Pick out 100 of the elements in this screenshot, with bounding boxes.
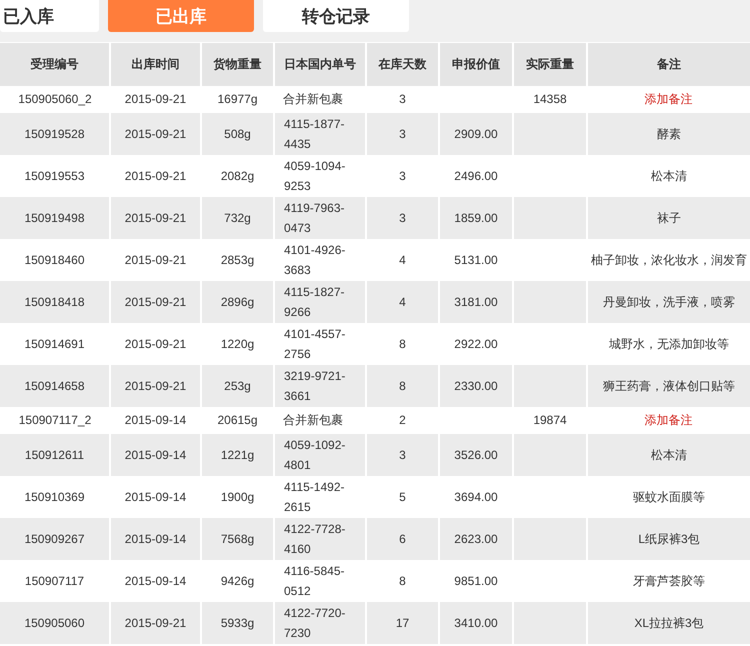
table-cell: 150914691 — [24, 337, 85, 351]
table-cell: 2896g — [220, 295, 254, 309]
table-cell: 松本清 — [651, 169, 687, 183]
table-cell: 4101-4557-2756 — [284, 327, 346, 361]
column-header: 备注 — [657, 57, 681, 71]
table-cell: 8 — [399, 337, 406, 351]
column-header: 实际重量 — [526, 57, 574, 71]
table-cell: 2330.00 — [454, 379, 498, 393]
table-cell: 19874 — [533, 413, 567, 427]
table-cell: 袜子 — [657, 211, 681, 225]
table-cell: 4059-1094-9253 — [284, 159, 346, 193]
table-cell: 2853g — [220, 253, 254, 267]
table-cell: 柚子卸妆，浓化妆水，润发育 — [591, 253, 747, 267]
table-cell: 驱蚊水面膜等 — [633, 490, 705, 504]
table-cell: 150912611 — [24, 448, 84, 462]
table-cell: 150919498 — [24, 211, 85, 225]
table-cell: 6 — [399, 532, 406, 546]
table-cell: 1221g — [220, 448, 254, 462]
table-cell: 城野水，无添加卸妆等 — [609, 337, 729, 351]
table-cell: 丹曼卸妆，洗手液，喷雾 — [603, 295, 735, 309]
table-cell: 150918460 — [24, 253, 85, 267]
table-cell: 5 — [399, 490, 406, 504]
table-cell: 4116-5845-0512 — [284, 564, 344, 598]
table-cell: 3219-9721-3661 — [284, 369, 346, 403]
table-cell: 3 — [399, 127, 406, 141]
table-cell: 4 — [399, 295, 406, 309]
table-cell: 9851.00 — [454, 574, 498, 588]
table-cell: 16977g — [217, 92, 258, 106]
table-cell: 14358 — [533, 92, 567, 106]
table-cell: 150907117_2 — [18, 413, 92, 427]
table-cell: 2015-09-14 — [124, 574, 186, 588]
table-cell: 20615g — [217, 413, 258, 427]
table-cell: 2015-09-21 — [124, 337, 186, 351]
table-cell: 2015-09-21 — [124, 92, 186, 106]
table-cell: 17 — [396, 616, 410, 630]
table-cell: 732g — [224, 211, 251, 225]
table-cell: 150910369 — [24, 490, 85, 504]
column-header: 日本国内单号 — [284, 57, 356, 71]
add-note-link[interactable]: 添加备注 — [644, 413, 692, 427]
table-cell: 3410.00 — [454, 616, 498, 630]
table-cell: 3 — [399, 169, 406, 183]
table-cell: 253g — [224, 379, 251, 393]
table-cell: 2015-09-14 — [124, 448, 186, 462]
table-cell: 5933g — [220, 616, 254, 630]
table-cell: 4115-1492-2615 — [284, 480, 344, 514]
table-cell: 4119-7963-0473 — [284, 201, 344, 235]
table-cell: 合并新包裹 — [283, 92, 343, 106]
table-cell: 2015-09-21 — [124, 253, 186, 267]
table-cell: 2922.00 — [454, 337, 498, 351]
table-cell: 2015-09-21 — [124, 127, 186, 141]
table-cell: 150919553 — [24, 169, 85, 183]
table-cell: 150919528 — [24, 127, 85, 141]
table-cell: 2015-09-21 — [124, 379, 186, 393]
tab[interactable]: 已入库 — [0, 0, 99, 32]
table-cell: 4115-1877-4435 — [284, 117, 344, 151]
table-cell: 2015-09-21 — [124, 616, 186, 630]
table-cell: 4101-4926-3683 — [284, 243, 346, 277]
table-cell: 1220g — [220, 337, 254, 351]
table-cell: 2015-09-14 — [124, 532, 186, 546]
table-cell: 150905060 — [24, 616, 85, 630]
table-cell: 2496.00 — [454, 169, 498, 183]
table-cell: L纸尿裤3包 — [638, 532, 700, 546]
table-cell: 4122-7720-7230 — [284, 606, 346, 640]
column-header: 受理编号 — [30, 57, 78, 71]
tab[interactable]: 转仓记录 — [263, 0, 409, 32]
table-cell: 4122-7728-4160 — [284, 522, 346, 556]
column-header: 出库时间 — [132, 57, 180, 71]
table-cell: 3 — [399, 448, 406, 462]
add-note-link[interactable]: 添加备注 — [644, 92, 692, 106]
table-cell: 150909267 — [24, 532, 85, 546]
table-cell: 4115-1827-9266 — [284, 285, 344, 319]
table-cell: 2909.00 — [454, 127, 498, 141]
table-cell: 1859.00 — [454, 211, 498, 225]
table-cell: 150918418 — [24, 295, 85, 309]
table-cell: 7568g — [220, 532, 254, 546]
table-cell: 3 — [399, 92, 406, 106]
table-cell: 3526.00 — [454, 448, 498, 462]
table-cell: XL拉拉裤3包 — [634, 616, 704, 630]
table-cell: 牙膏芦荟胶等 — [633, 574, 705, 588]
table-cell: 3 — [399, 211, 406, 225]
table-cell: 2 — [399, 413, 406, 427]
table-cell: 150914658 — [24, 379, 85, 393]
table-cell: 狮王药膏，液体创口贴等 — [603, 379, 735, 393]
table-cell: 2015-09-21 — [124, 295, 186, 309]
table-cell: 150905060_2 — [18, 92, 92, 106]
table-cell: 4 — [399, 253, 406, 267]
table-cell: 合并新包裹 — [283, 413, 343, 427]
table-cell: 9426g — [220, 574, 254, 588]
table-cell: 2082g — [220, 169, 254, 183]
table-cell: 3181.00 — [454, 295, 498, 309]
table-cell: 2623.00 — [454, 532, 498, 546]
table-cell: 2015-09-21 — [124, 211, 186, 225]
table-cell: 4059-1092-4801 — [284, 438, 346, 472]
table-cell: 2015-09-21 — [124, 169, 186, 183]
column-header: 申报价值 — [452, 57, 500, 71]
table-cell: 5131.00 — [454, 253, 498, 267]
table-cell: 3694.00 — [454, 490, 498, 504]
table-cell: 8 — [399, 574, 406, 588]
table-cell: 松本清 — [651, 448, 687, 462]
table-cell: 150907117 — [24, 574, 84, 588]
